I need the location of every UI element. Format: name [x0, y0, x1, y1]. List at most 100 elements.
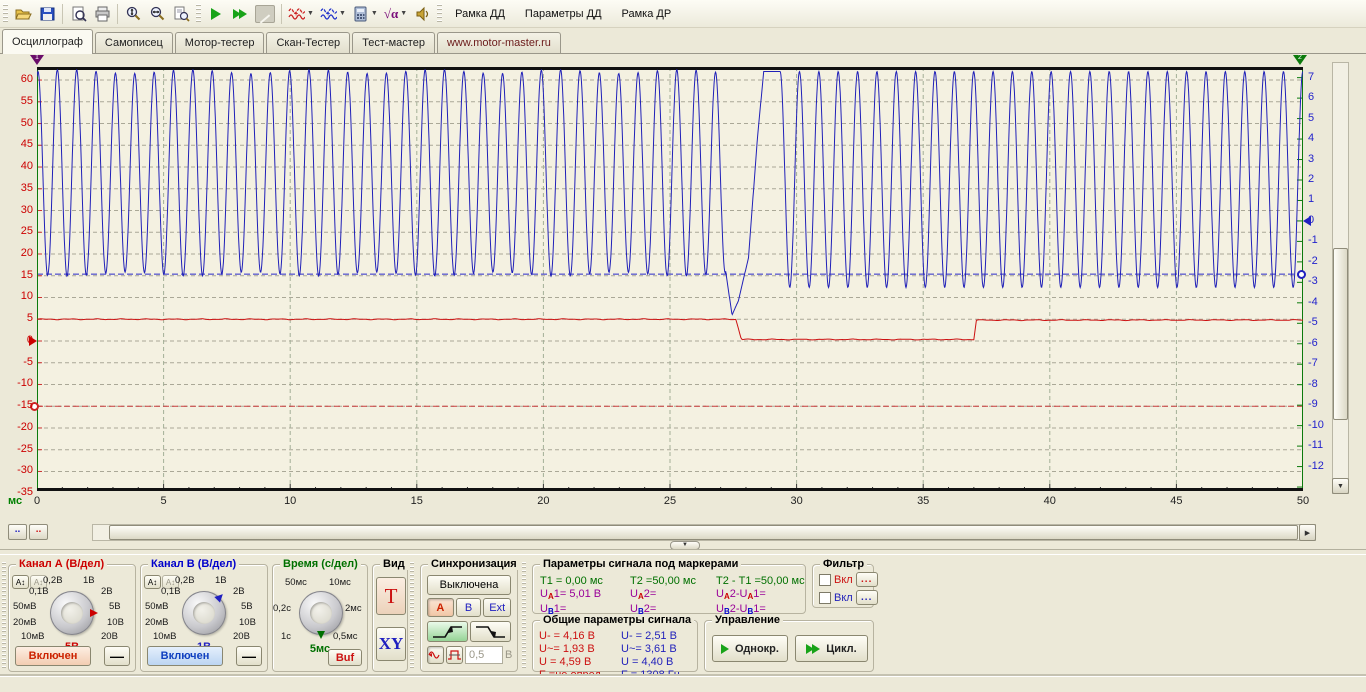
channel-b-power-button[interactable]: Включен	[147, 646, 223, 666]
channel-a-settings-button[interactable]: + ▼	[285, 2, 317, 25]
page-zoom-icon	[173, 6, 190, 22]
sync-source-ext-button[interactable]: Ext	[483, 598, 511, 617]
sine-trigger-icon	[428, 649, 443, 661]
left-axis-label: 20	[0, 247, 33, 259]
filter-title: Фильтр	[820, 558, 867, 570]
knob-label: 0,5мс	[333, 631, 358, 642]
filter-a-checkbox[interactable]	[819, 574, 831, 586]
filter-a-more-button[interactable]: ...	[856, 572, 878, 587]
common-params-title: Общие параметры сигнала	[540, 614, 694, 626]
left-axis-label: 45	[0, 138, 33, 150]
right-axis-label: -5	[1308, 316, 1318, 328]
knob-pointer	[90, 609, 98, 617]
view-xy-button[interactable]: XY	[376, 627, 406, 661]
tab-oscilloscope[interactable]: Осциллограф	[2, 29, 93, 54]
toolbar-grip[interactable]	[196, 4, 201, 24]
toolbar-grip[interactable]	[437, 4, 442, 24]
sync-mode-pulse-button[interactable]	[446, 646, 463, 664]
vscroll-thumb[interactable]	[1333, 248, 1348, 420]
dropdown-arrow-icon[interactable]: ▼	[371, 10, 378, 17]
tab-website[interactable]: www.motor-master.ru	[437, 32, 561, 53]
control-title: Управление	[712, 614, 783, 626]
sync-mode-wave-button[interactable]	[427, 646, 444, 664]
sync-edge-rising-button[interactable]	[427, 621, 468, 642]
time-marker-1[interactable]: 1	[30, 55, 44, 65]
waveform-canvas[interactable]	[37, 67, 1303, 491]
filter-b-checkbox[interactable]	[819, 592, 831, 604]
tab-test-master[interactable]: Тест-мастер	[352, 32, 435, 53]
control-panel: Канал А (В/дел) А↕ А↕ 0,2В 1В 0,1В 2В 50…	[0, 556, 1366, 676]
channel-b-settings-button[interactable]: + ▼	[317, 2, 349, 25]
page-zoom-button[interactable]	[169, 2, 193, 25]
markers-a-button[interactable]: ..	[29, 524, 48, 540]
zoom-vertical-button[interactable]	[121, 2, 145, 25]
panel-grip[interactable]	[410, 562, 414, 670]
filter-b-more-button[interactable]: ...	[856, 590, 878, 605]
channel-b-level-marker[interactable]	[1297, 270, 1306, 279]
sound-button[interactable]	[410, 2, 434, 25]
run-cyclic-button[interactable]: Цикл.	[795, 635, 868, 662]
toolbar-grip[interactable]	[3, 4, 8, 24]
print-preview-icon	[70, 6, 87, 22]
x-axis-label: 15	[411, 495, 423, 507]
wave-a-red-icon: +	[288, 6, 305, 22]
print-button[interactable]	[90, 2, 114, 25]
single-play-icon	[721, 644, 729, 654]
toolbar-separator	[281, 4, 282, 24]
knob-label: 50мс	[285, 577, 307, 588]
frame-dr-button[interactable]: Рамка ДР	[612, 3, 682, 25]
sync-off-button[interactable]: Выключена	[427, 575, 511, 595]
tab-motor-tester[interactable]: Мотор-тестер	[175, 32, 265, 53]
left-axis-label: 15	[0, 269, 33, 281]
tab-recorder[interactable]: Самописец	[95, 32, 173, 53]
hscroll-thumb[interactable]	[109, 525, 1298, 540]
time-scale-knob[interactable]	[299, 591, 343, 635]
channel-b-minus-button[interactable]: —	[236, 646, 262, 666]
right-axis-label: -9	[1308, 398, 1318, 410]
left-axis-label: -15	[0, 399, 33, 411]
save-button[interactable]	[35, 2, 59, 25]
run-single-button[interactable]: Однокр.	[712, 635, 788, 662]
markers-b-button[interactable]: ..	[8, 524, 27, 540]
panel-grip[interactable]	[2, 562, 6, 670]
vscroll-down-button[interactable]: ▼	[1332, 478, 1349, 494]
right-axis-label: 4	[1308, 132, 1314, 144]
channel-a-minus-button[interactable]: —	[104, 646, 130, 666]
right-axis-label: 5	[1308, 112, 1314, 124]
dropdown-arrow-icon[interactable]: ▼	[307, 10, 314, 17]
open-folder-button[interactable]	[11, 2, 35, 25]
time-marker-2[interactable]: 2	[1293, 55, 1307, 65]
dropdown-arrow-icon[interactable]: ▼	[339, 10, 346, 17]
buffer-button[interactable]: Buf	[328, 649, 362, 666]
tab-scan-tester[interactable]: Скан-Тестер	[266, 32, 350, 53]
knob-label: 2мс	[345, 603, 362, 614]
dropdown-arrow-icon[interactable]: ▼	[400, 10, 407, 17]
zoom-horizontal-button[interactable]	[145, 2, 169, 25]
knob-label: 5В	[109, 601, 121, 612]
view-t-button[interactable]: T	[376, 577, 406, 615]
sync-source-b-button[interactable]: В	[456, 598, 482, 617]
sqrt-alpha-icon: √α	[384, 6, 398, 22]
print-preview-button[interactable]	[66, 2, 90, 25]
run-button[interactable]	[204, 2, 228, 25]
zoom-horizontal-icon	[149, 6, 166, 22]
left-axis-label: 30	[0, 204, 33, 216]
sync-level-input[interactable]	[465, 646, 503, 664]
channel-a-power-button[interactable]: Включен	[15, 646, 91, 666]
hscroll-right-button[interactable]: ▶	[1299, 524, 1316, 541]
left-axis-label: 40	[0, 160, 33, 172]
filter-a-label: Вкл	[834, 574, 853, 586]
sync-edge-falling-button[interactable]	[470, 621, 511, 642]
calculator-button[interactable]: ▼	[349, 2, 381, 25]
math-functions-button[interactable]: √α ▼	[381, 2, 410, 25]
frame-dd-button[interactable]: Рамка ДД	[445, 3, 515, 25]
sync-source-a-button[interactable]: А	[427, 598, 454, 617]
waveform-svg	[37, 67, 1303, 491]
params-dd-button[interactable]: Параметры ДД	[515, 3, 612, 25]
panel-grip[interactable]	[522, 562, 526, 670]
channel-b-scale-knob[interactable]	[182, 591, 226, 635]
panel-divider	[0, 549, 1366, 555]
knob-label: 2В	[233, 586, 245, 597]
run-cycle-button[interactable]	[228, 2, 252, 25]
channel-a-scale-knob[interactable]	[50, 591, 94, 635]
